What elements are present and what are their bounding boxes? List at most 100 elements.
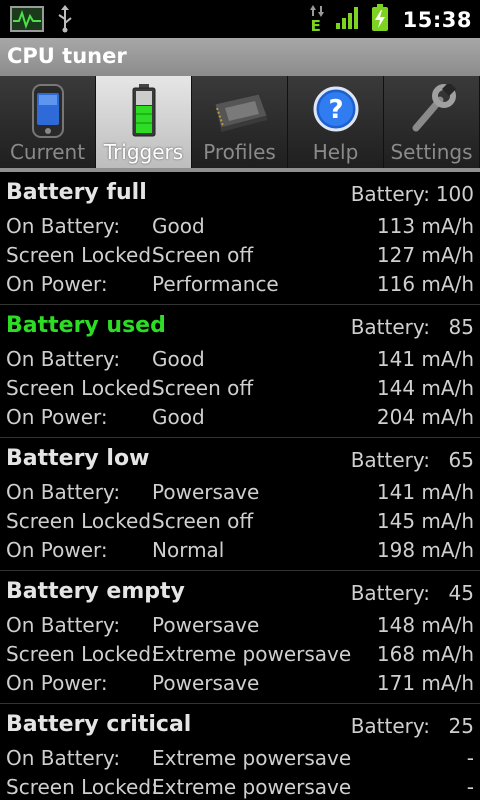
battery-level-label: Battery: xyxy=(350,581,430,605)
clock: 15:38 xyxy=(402,8,472,32)
trigger-row: On Power: Normal 198 mA/h xyxy=(0,538,480,567)
title-bar: CPU tuner xyxy=(0,38,480,77)
condition-label: Screen Locked: xyxy=(6,243,158,267)
power-rate: - xyxy=(466,746,474,770)
condition-label: On Power: xyxy=(6,671,108,695)
usb-icon xyxy=(56,5,74,37)
battery-level-label: Battery: xyxy=(350,182,430,206)
help-icon: ? xyxy=(313,84,359,136)
battery-level-value: 25 xyxy=(448,714,474,738)
profile-name: Good xyxy=(152,405,205,429)
power-rate: 168 mA/h xyxy=(376,642,474,666)
trigger-row: On Battery: Extreme powersave - xyxy=(0,746,480,775)
condition-label: On Power: xyxy=(6,272,108,296)
profile-name: Screen off xyxy=(152,243,254,267)
condition-label: Screen Locked: xyxy=(6,376,158,400)
trigger-row: Screen Locked: Screen off 145 mA/h xyxy=(0,509,480,538)
trigger-name: Battery critical xyxy=(6,712,192,737)
battery-level-label: Battery: xyxy=(350,315,430,339)
power-rate: 145 mA/h xyxy=(376,509,474,533)
profile-name: Good xyxy=(152,347,205,371)
tab-label: Current xyxy=(9,140,86,164)
condition-label: On Power: xyxy=(6,538,108,562)
profile-name: Extreme powersave xyxy=(152,775,352,799)
battery-icon xyxy=(131,84,157,142)
condition-label: Screen Locked: xyxy=(6,509,158,533)
trigger-list[interactable]: Battery full Battery: 100 On Battery: Goo… xyxy=(0,172,480,800)
edge-data-icon: E xyxy=(309,5,325,35)
trigger-row: On Battery: Powersave 141 mA/h xyxy=(0,480,480,509)
trigger-row: On Power: Powersave 171 mA/h xyxy=(0,671,480,700)
profile-name: Powersave xyxy=(152,480,260,504)
tab-label: Triggers xyxy=(103,140,184,164)
trigger-row: On Power: Performance 116 mA/h xyxy=(0,272,480,301)
battery-level-value: 85 xyxy=(448,315,474,339)
chip-icon xyxy=(209,84,271,138)
battery-level-label: Battery: xyxy=(350,448,430,472)
signal-icon xyxy=(335,6,361,34)
trigger-item[interactable]: Battery low Battery: 65 On Battery: Power… xyxy=(0,438,480,571)
condition-label: Screen Locked: xyxy=(6,775,158,799)
battery-charging-icon xyxy=(371,4,389,36)
trigger-item[interactable]: Battery used Battery: 85 On Battery: Good… xyxy=(0,305,480,438)
app-title: CPU tuner xyxy=(7,44,127,68)
power-rate: 198 mA/h xyxy=(376,538,474,562)
profile-name: Normal xyxy=(152,538,225,562)
battery-level-value: 100 xyxy=(435,182,474,206)
wrench-icon xyxy=(408,81,456,138)
condition-label: Screen Locked: xyxy=(6,642,158,666)
power-rate: 171 mA/h xyxy=(376,671,474,695)
trigger-item[interactable]: Battery empty Battery: 45 On Battery: Pow… xyxy=(0,571,480,704)
power-rate: 141 mA/h xyxy=(376,347,474,371)
tab-profiles[interactable]: Profiles xyxy=(192,76,288,168)
power-rate: 127 mA/h xyxy=(376,243,474,267)
profile-name: Screen off xyxy=(152,376,254,400)
profile-name: Screen off xyxy=(152,509,254,533)
profile-name: Performance xyxy=(152,272,279,296)
power-rate: 116 mA/h xyxy=(376,272,474,296)
edge-letter: E xyxy=(310,17,321,35)
condition-label: On Battery: xyxy=(6,613,121,637)
tab-label: Profiles xyxy=(203,140,276,164)
profile-name: Extreme powersave xyxy=(152,642,352,666)
condition-label: On Battery: xyxy=(6,347,121,371)
trigger-item[interactable]: Battery full Battery: 100 On Battery: Goo… xyxy=(0,172,480,305)
tab-label: Help xyxy=(312,140,359,164)
activity-monitor-icon xyxy=(10,6,44,36)
trigger-row: On Battery: Good 141 mA/h xyxy=(0,347,480,376)
trigger-name: Battery full xyxy=(6,180,147,205)
profile-name: Powersave xyxy=(152,613,260,637)
trigger-row: Screen Locked: Screen off 127 mA/h xyxy=(0,243,480,272)
trigger-name: Battery low xyxy=(6,446,150,471)
power-rate: 148 mA/h xyxy=(376,613,474,637)
status-bar: E 15:38 xyxy=(0,0,480,38)
tab-label: Settings xyxy=(390,140,473,164)
trigger-row: On Power: Good 204 mA/h xyxy=(0,405,480,434)
trigger-row: Screen Locked: Extreme powersave 168 mA/h xyxy=(0,642,480,671)
battery-level-value: 65 xyxy=(448,448,474,472)
trigger-row: On Battery: Good 113 mA/h xyxy=(0,214,480,243)
trigger-row: Screen Locked: Extreme powersave - xyxy=(0,775,480,800)
svg-text:?: ? xyxy=(328,95,343,125)
power-rate: 141 mA/h xyxy=(376,480,474,504)
power-rate: 204 mA/h xyxy=(376,405,474,429)
power-rate: - xyxy=(466,775,474,799)
trigger-name: Battery used xyxy=(6,313,166,338)
profile-name: Powersave xyxy=(152,671,260,695)
tab-settings[interactable]: Settings xyxy=(384,76,480,168)
battery-level-label: Battery: xyxy=(350,714,430,738)
condition-label: On Battery: xyxy=(6,480,121,504)
battery-level-value: 45 xyxy=(448,581,474,605)
power-rate: 113 mA/h xyxy=(376,214,474,238)
trigger-row: On Battery: Powersave 148 mA/h xyxy=(0,613,480,642)
power-rate: 144 mA/h xyxy=(376,376,474,400)
condition-label: On Battery: xyxy=(6,214,121,238)
trigger-item[interactable]: Battery critical Battery: 25 On Battery:… xyxy=(0,704,480,800)
condition-label: On Power: xyxy=(6,405,108,429)
tab-bar: Current Triggers Profiles ? Help Setting… xyxy=(0,76,480,172)
tab-current[interactable]: Current xyxy=(0,76,96,168)
tab-triggers[interactable]: Triggers xyxy=(96,76,192,168)
tab-help[interactable]: ? Help xyxy=(288,76,384,168)
trigger-name: Battery empty xyxy=(6,579,185,604)
profile-name: Good xyxy=(152,214,205,238)
